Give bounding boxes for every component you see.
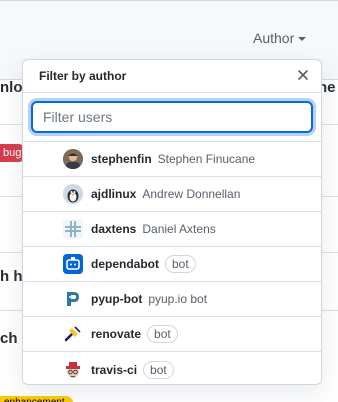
user-item-dependabot[interactable]: dependabot bot — [23, 247, 321, 282]
pyup-icon — [63, 289, 83, 309]
user-item-stephenfin[interactable]: stephenfin Stephen Finucane — [23, 142, 321, 177]
search-area — [23, 93, 321, 142]
bot-badge: bot — [143, 360, 174, 379]
user-login: dependabot — [91, 257, 159, 271]
user-item-travis-ci[interactable]: travis-ci bot — [23, 352, 321, 384]
issue-title-fragment[interactable]: nlo — [0, 79, 23, 96]
user-login: daxtens — [91, 222, 137, 236]
user-login: stephenfin — [91, 152, 152, 166]
user-login: travis-ci — [91, 362, 138, 377]
caret-down-icon — [298, 37, 307, 41]
issues-page: Author nlo ne bug h ha ch n enhancement … — [0, 0, 338, 402]
renovate-icon — [63, 324, 83, 344]
dropdown-title: Filter by author — [39, 69, 127, 83]
user-login: ajdlinux — [91, 187, 137, 201]
dropdown-header: Filter by author — [23, 60, 321, 93]
user-login: pyup-bot — [91, 292, 143, 306]
user-fullname: Stephen Finucane — [157, 152, 256, 166]
enhancement-label[interactable]: enhancement — [0, 396, 73, 402]
author-filter-label: Author — [253, 30, 295, 46]
user-fullname: Andrew Donnellan — [142, 187, 241, 201]
photo-avatar-icon — [63, 149, 83, 169]
filter-users-input[interactable] — [31, 101, 313, 133]
user-item-renovate[interactable]: renovate bot — [23, 317, 321, 352]
bot-badge: bot — [147, 325, 178, 343]
user-fullname: Daniel Axtens — [142, 222, 216, 236]
close-icon[interactable] — [295, 67, 311, 83]
user-item-daxtens[interactable]: daxtens Daniel Axtens — [23, 212, 321, 247]
photo-avatar-icon — [63, 184, 83, 204]
bot-badge: bot — [165, 255, 196, 273]
user-item-ajdlinux[interactable]: ajdlinux Andrew Donnellan — [23, 177, 321, 212]
author-filter-toggle[interactable]: Author — [253, 30, 307, 46]
dependabot-icon — [63, 254, 83, 274]
identicon-avatar-icon — [63, 219, 83, 239]
user-item-pyup-bot[interactable]: pyup-bot pyup.io bot — [23, 282, 321, 317]
author-filter-dropdown: Filter by author stephenfin Stephen Finu… — [22, 59, 322, 385]
travis-icon — [63, 359, 83, 380]
user-login: renovate — [91, 327, 142, 341]
user-fullname: pyup.io bot — [148, 292, 208, 306]
